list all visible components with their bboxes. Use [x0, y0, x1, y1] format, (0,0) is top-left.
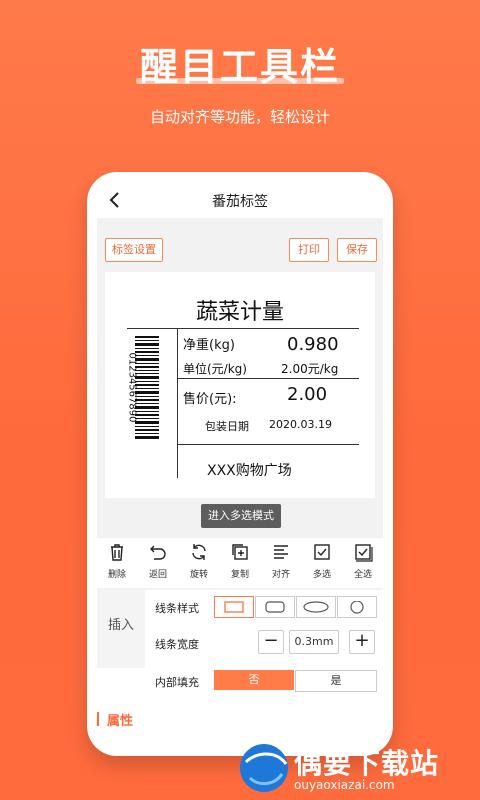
net-weight-key[interactable]: 净重(kg) — [183, 334, 235, 353]
label-divider-bottom[interactable] — [177, 444, 359, 445]
print-button[interactable]: 打印 — [289, 238, 329, 262]
label-title[interactable]: 蔬菜计量 — [105, 294, 375, 326]
hero-underline — [136, 78, 344, 84]
page-title: 番茄标签 — [212, 194, 268, 210]
properties-tab-label: 属性 — [107, 714, 134, 729]
label-divider-mid[interactable] — [177, 378, 359, 379]
select-all-icon — [355, 544, 373, 562]
line-style-circle[interactable] — [337, 596, 377, 618]
copy-tool[interactable]: 复制 — [220, 542, 260, 580]
barcode-image[interactable] — [135, 336, 159, 440]
phone-frame: 番茄标签 标签设置 打印 保存 蔬菜计量 01234567890 净重(kg) … — [87, 172, 393, 756]
label-divider-top[interactable] — [127, 328, 359, 329]
unit-price-key[interactable]: 单位(元/kg) — [183, 360, 247, 377]
edit-toolbar: 删除 返回 旋转 复制 对齐 多选 全选 — [97, 538, 383, 588]
rounded-rect-icon — [265, 601, 285, 613]
hero-subtitle: 自动对齐等功能，轻松设计 — [149, 108, 330, 126]
line-style-label: 线条样式 — [155, 602, 199, 615]
delete-tool[interactable]: 删除 — [97, 542, 137, 580]
tool-label: 多选 — [312, 570, 331, 580]
globe-logo-icon — [240, 744, 288, 792]
fill-option-no[interactable]: 否 — [214, 670, 294, 690]
enter-multi-select-button[interactable]: 进入多选模式 — [201, 504, 281, 528]
line-width-increase-button[interactable]: + — [349, 630, 375, 654]
tool-label: 全选 — [353, 570, 372, 580]
line-style-rect[interactable] — [214, 596, 254, 618]
line-width-decrease-button[interactable]: − — [258, 630, 284, 654]
tool-label: 返回 — [148, 570, 167, 580]
select-all-tool[interactable]: 全选 — [343, 542, 383, 580]
line-width-label: 线条宽度 — [155, 638, 199, 651]
rotate-icon — [192, 544, 206, 560]
fill-option-yes[interactable]: 是 — [295, 670, 377, 692]
top-nav-bar: 番茄标签 — [97, 182, 383, 218]
tool-label: 对齐 — [271, 570, 290, 580]
copy-icon — [232, 544, 248, 560]
barcode-number[interactable]: 01234567890 — [127, 353, 138, 423]
trash-icon — [111, 544, 123, 561]
fill-label: 内部填充 — [155, 676, 199, 689]
align-icon — [274, 545, 288, 559]
multi-select-tool[interactable]: 多选 — [302, 542, 342, 580]
properties-tab-indicator — [97, 712, 99, 726]
line-style-ellipse[interactable] — [296, 596, 336, 618]
rectangle-icon — [224, 601, 244, 613]
label-divider-vertical[interactable] — [177, 328, 178, 478]
tool-label: 旋转 — [189, 570, 208, 580]
watermark-url: ouyaoxiazai.com — [294, 778, 395, 792]
watermark: 偶要下载站 ouyaoxiazai.com — [236, 738, 480, 800]
pack-date-key[interactable]: 包装日期 — [205, 418, 249, 434]
undo-tool[interactable]: 返回 — [138, 542, 178, 580]
checkbox-icon — [314, 544, 330, 560]
undo-icon — [150, 545, 166, 560]
save-button[interactable]: 保存 — [337, 238, 377, 262]
label-canvas[interactable]: 蔬菜计量 01234567890 净重(kg) 0.980 单位(元/kg) 2… — [105, 272, 375, 498]
pack-date-value[interactable]: 2020.03.19 — [269, 418, 332, 431]
line-width-value[interactable]: 0.3mm — [289, 630, 339, 654]
line-style-rounded[interactable] — [255, 596, 295, 618]
store-name[interactable]: XXX购物广场 — [207, 460, 292, 480]
label-settings-button[interactable]: 标签设置 — [105, 238, 163, 262]
tool-label: 删除 — [107, 570, 126, 580]
properties-tab[interactable]: 属性 — [97, 708, 157, 732]
rotate-tool[interactable]: 旋转 — [179, 542, 219, 580]
properties-panel: 插入 线条样式 线条宽度 − 0.3mm + 内部填充 否 是 属性 — [97, 590, 383, 746]
watermark-text: 偶要下载站 — [294, 747, 440, 780]
insert-tab[interactable]: 插入 — [97, 590, 145, 668]
sale-price-key[interactable]: 售价(元): — [183, 388, 237, 407]
sale-price-value[interactable]: 2.00 — [287, 384, 327, 405]
unit-price-value[interactable]: 2.00元/kg — [281, 360, 338, 377]
app-screen: 番茄标签 标签设置 打印 保存 蔬菜计量 01234567890 净重(kg) … — [97, 182, 383, 746]
align-tool[interactable]: 对齐 — [261, 542, 301, 580]
ellipse-icon — [303, 601, 329, 613]
circle-icon — [350, 601, 364, 614]
tool-label: 复制 — [230, 570, 249, 580]
net-weight-value[interactable]: 0.980 — [287, 334, 339, 355]
